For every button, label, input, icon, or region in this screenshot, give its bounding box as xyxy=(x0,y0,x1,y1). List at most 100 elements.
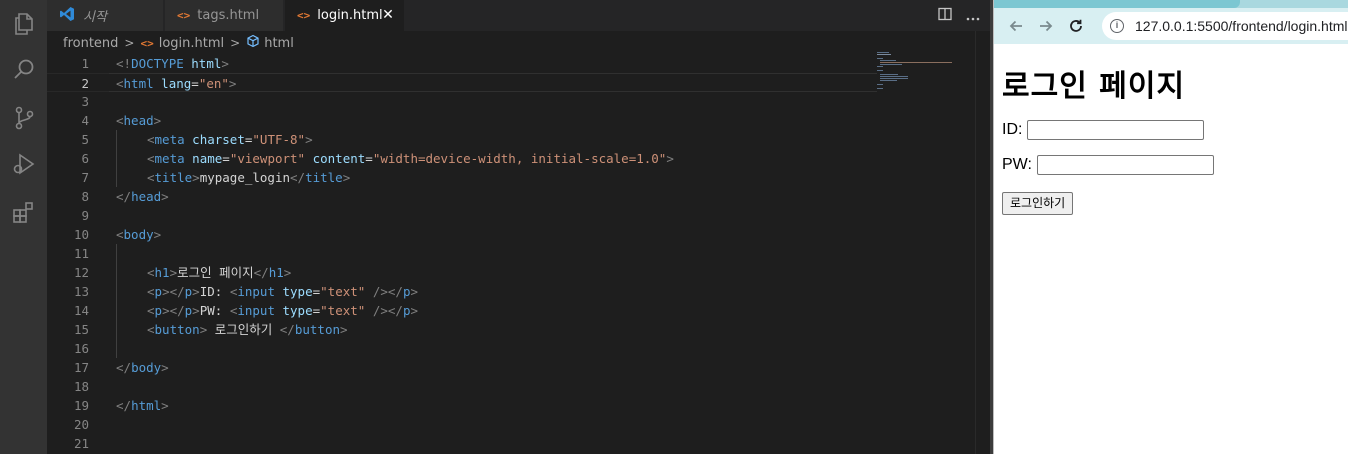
id-label: ID: xyxy=(1002,121,1023,138)
code-text: </html> xyxy=(116,398,169,413)
line-number: 18 xyxy=(73,379,89,394)
id-input[interactable] xyxy=(1027,120,1205,140)
code-editor[interactable]: 1 <!DOCTYPE html> 2 <html lang="en"> 3 4 <h… xyxy=(47,54,877,453)
tab-tags-html[interactable]: <> tags.html xyxy=(165,0,284,31)
code-text: <button> 로그인하기 </button> xyxy=(147,322,348,337)
forward-arrow-icon[interactable] xyxy=(1031,11,1061,41)
indent-guide xyxy=(116,339,117,358)
code-line: 12 <h1>로그인 페이지</h1> xyxy=(47,263,877,282)
code-line: 15 <button> 로그인하기 </button> xyxy=(47,320,877,339)
tab-label: login.html xyxy=(317,8,383,23)
code-line: 9 xyxy=(47,206,877,225)
code-line: 10 <body> xyxy=(47,225,877,244)
code-line: 18 xyxy=(47,377,877,396)
code-line: 11 xyxy=(47,244,877,263)
vertical-scrollbar[interactable] xyxy=(975,31,989,454)
code-line: 5 <meta charset="UTF-8"> xyxy=(47,130,877,149)
code-text: </head> xyxy=(116,189,169,204)
address-bar[interactable]: i 127.0.0.1:5500/frontend/login.html xyxy=(1102,12,1348,40)
indent-guide xyxy=(116,244,117,263)
minimap[interactable] xyxy=(877,52,977,112)
code-text: <h1>로그인 페이지</h1> xyxy=(147,265,292,280)
pw-label: PW: xyxy=(1002,156,1032,173)
split-editor-icon[interactable] xyxy=(938,7,952,25)
url-text: 127.0.0.1:5500/frontend/login.html xyxy=(1135,18,1348,34)
code-line: 14 <p></p>PW: <input type="text" /></p> xyxy=(47,301,877,320)
tab-label: 시작 xyxy=(83,10,107,25)
code-line: 17 </body> xyxy=(47,358,877,377)
source-control-icon[interactable] xyxy=(0,94,47,142)
line-number: 8 xyxy=(81,189,89,204)
line-number: 3 xyxy=(81,94,89,109)
line-number: 20 xyxy=(73,417,89,432)
line-number: 21 xyxy=(73,436,89,451)
activity-bar xyxy=(0,0,47,454)
indent-guide xyxy=(116,282,117,301)
extensions-icon[interactable] xyxy=(0,188,47,236)
breadcrumb-item[interactable]: login.html xyxy=(159,36,224,51)
editor-actions xyxy=(938,0,980,31)
code-text: <!DOCTYPE html> xyxy=(116,56,229,71)
id-row: ID: xyxy=(1002,119,1342,141)
code-line: 13 <p></p>ID: <input type="text" /></p> xyxy=(47,282,877,301)
code-text: <head> xyxy=(116,113,162,128)
code-text: <p></p>PW: <input type="text" /></p> xyxy=(147,303,419,318)
run-debug-icon[interactable] xyxy=(0,140,47,188)
code-line: 16 xyxy=(47,339,877,358)
line-number: 4 xyxy=(81,113,89,128)
chevron-right-icon: > xyxy=(230,36,241,50)
line-number: 11 xyxy=(73,246,89,261)
browser-toolbar: i 127.0.0.1:5500/frontend/login.html xyxy=(994,8,1348,44)
code-line-current: 2 <html lang="en"> xyxy=(47,73,877,92)
line-number: 19 xyxy=(73,398,89,413)
indent-guide xyxy=(116,301,117,320)
code-line: 4 <head> xyxy=(47,111,877,130)
code-line: 19 </html> xyxy=(47,396,877,415)
line-number: 2 xyxy=(81,76,89,91)
line-number: 10 xyxy=(73,227,89,242)
indent-guide xyxy=(116,320,117,339)
pw-input[interactable] xyxy=(1036,155,1214,175)
tab-label: tags.html xyxy=(197,8,260,23)
tab-login-html[interactable]: <> login.html ✕ xyxy=(285,0,405,31)
code-text: <title>mypage_login</title> xyxy=(147,170,351,185)
indent-guide xyxy=(116,263,117,282)
line-number: 7 xyxy=(81,170,89,185)
page-heading: 로그인 페이지 xyxy=(1002,69,1186,104)
browser-tab[interactable] xyxy=(994,0,1240,8)
chevron-right-icon: > xyxy=(124,36,135,50)
reload-icon[interactable] xyxy=(1061,11,1091,41)
back-arrow-icon[interactable] xyxy=(1001,11,1031,41)
code-text: <html lang="en"> xyxy=(116,76,237,91)
code-line: 20 xyxy=(47,415,877,434)
search-icon[interactable] xyxy=(0,46,47,94)
symbol-element-icon xyxy=(246,34,260,52)
html-file-icon: <> xyxy=(297,9,311,22)
tab-welcome[interactable]: 시작 xyxy=(47,0,164,31)
pw-row: PW: xyxy=(1002,154,1342,176)
tab-bar: 시작 <> tags.html <> login.html ✕ xyxy=(47,0,990,31)
line-number: 12 xyxy=(73,265,89,280)
code-text: <body> xyxy=(116,227,162,242)
line-number: 1 xyxy=(81,56,89,71)
line-number: 9 xyxy=(81,208,89,223)
breadcrumb-item[interactable]: html xyxy=(264,36,294,51)
code-text: <meta charset="UTF-8"> xyxy=(147,132,313,147)
indent-guide xyxy=(116,130,117,149)
info-icon[interactable]: i xyxy=(1110,19,1124,33)
editor-area: 시작 <> tags.html <> login.html ✕ frontend… xyxy=(47,0,990,454)
line-number: 6 xyxy=(81,151,89,166)
explorer-icon[interactable] xyxy=(0,0,47,48)
breadcrumb-item[interactable]: frontend xyxy=(63,36,118,51)
line-number: 14 xyxy=(73,303,89,318)
rendered-page: 로그인 페이지 ID: PW: 로그인하기 xyxy=(1002,44,1342,215)
browser-window: i 127.0.0.1:5500/frontend/login.html 로그인… xyxy=(993,0,1348,454)
code-line: 1 <!DOCTYPE html> xyxy=(47,54,877,73)
line-number: 13 xyxy=(73,284,89,299)
indent-guide xyxy=(116,168,117,187)
html-file-icon: <> xyxy=(177,9,191,22)
more-actions-icon[interactable] xyxy=(966,7,980,25)
login-button[interactable]: 로그인하기 xyxy=(1002,192,1074,215)
close-tab-icon[interactable]: ✕ xyxy=(380,7,396,23)
browser-tab-strip xyxy=(994,0,1348,8)
